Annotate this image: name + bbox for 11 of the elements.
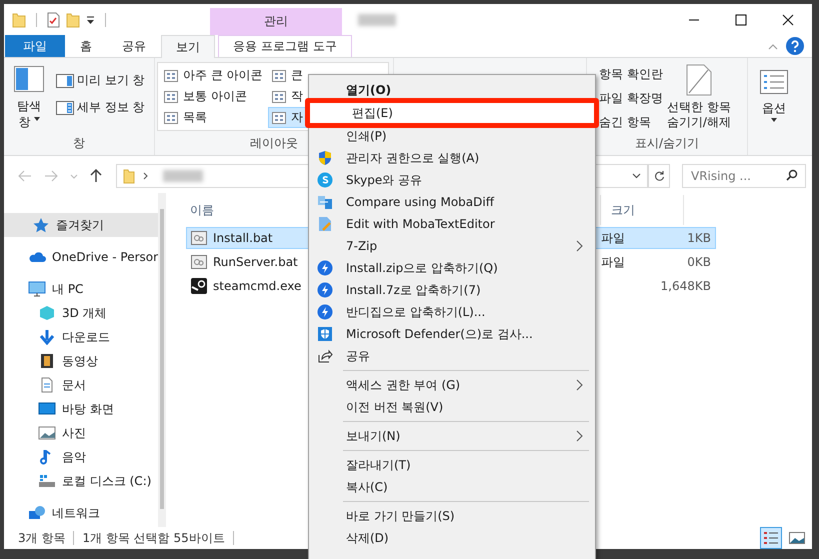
file-type: 파일 [601,254,626,270]
group-label: 표시/숨기기 [634,136,700,150]
selection-info: 1개 항목 선택함 55바이트 [82,530,225,546]
group-label: 레이아웃 [250,136,298,150]
group-label: 창 [73,136,85,150]
file-size: 0KB [686,255,712,269]
item-count: 3개 항목 [18,530,66,546]
file-type: 파일 [601,230,626,246]
file-size: 1KB [686,231,712,245]
file-size: 1,648KB [660,279,712,293]
contextual-tab-header: 관리 [210,8,342,35]
